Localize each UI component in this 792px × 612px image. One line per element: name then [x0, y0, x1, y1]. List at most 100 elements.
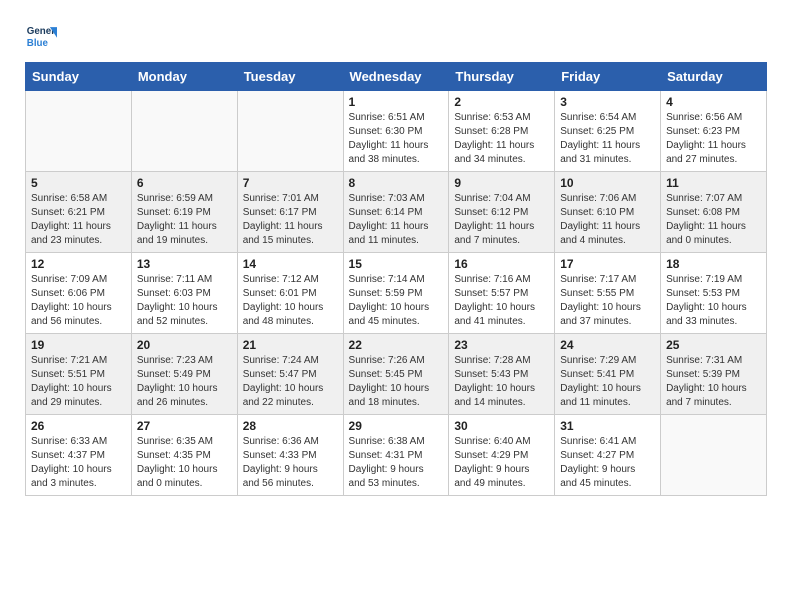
day-number: 14	[243, 257, 338, 271]
day-info: Sunrise: 7:21 AM Sunset: 5:51 PM Dayligh…	[31, 354, 126, 410]
day-info: Sunrise: 7:28 AM Sunset: 5:43 PM Dayligh…	[454, 354, 549, 410]
calendar-cell: 27 Sunrise: 6:35 AM Sunset: 4:35 PM Dayli…	[131, 415, 237, 496]
day-info: Sunrise: 7:07 AM Sunset: 6:08 PM Dayligh…	[666, 192, 761, 248]
calendar-week-row: 5Sunrise: 6:58 AM Sunset: 6:21 PM Daylig…	[26, 172, 767, 253]
calendar-week-row: 12 Sunrise: 7:09 AM Sunset: 6:06 PM Dayli…	[26, 253, 767, 334]
page-header: General Blue	[25, 20, 767, 52]
calendar-cell: 9 Sunrise: 7:04 AM Sunset: 6:12 PM Daylig…	[449, 172, 555, 253]
day-number: 17	[560, 257, 655, 271]
calendar-cell: 26 Sunrise: 6:33 AM Sunset: 4:37 PM Dayli…	[26, 415, 132, 496]
calendar-cell: 6 Sunrise: 6:59 AM Sunset: 6:19 PM Daylig…	[131, 172, 237, 253]
day-info: Sunrise: 6:35 AM Sunset: 4:35 PM Dayligh…	[137, 435, 232, 491]
day-info: Sunrise: 7:17 AM Sunset: 5:55 PM Dayligh…	[560, 273, 655, 329]
calendar-cell: 11 Sunrise: 7:07 AM Sunset: 6:08 PM Dayli…	[661, 172, 767, 253]
day-info: Sunrise: 7:24 AM Sunset: 5:47 PM Dayligh…	[243, 354, 338, 410]
calendar-cell: 7 Sunrise: 7:01 AM Sunset: 6:17 PM Daylig…	[237, 172, 343, 253]
day-info: Sunrise: 6:53 AM Sunset: 6:28 PM Dayligh…	[454, 111, 549, 167]
day-number: 11	[666, 176, 761, 190]
day-number: 30	[454, 419, 549, 433]
calendar-cell: 4 Sunrise: 6:56 AM Sunset: 6:23 PM Daylig…	[661, 91, 767, 172]
day-info: Sunrise: 7:26 AM Sunset: 5:45 PM Dayligh…	[349, 354, 444, 410]
day-number: 13	[137, 257, 232, 271]
logo: General Blue	[25, 20, 61, 52]
calendar-cell: 19 Sunrise: 7:21 AM Sunset: 5:51 PM Dayli…	[26, 334, 132, 415]
day-info: Sunrise: 7:12 AM Sunset: 6:01 PM Dayligh…	[243, 273, 338, 329]
day-number: 2	[454, 95, 549, 109]
day-info: Sunrise: 7:09 AM Sunset: 6:06 PM Dayligh…	[31, 273, 126, 329]
calendar-cell: 22Sunrise: 7:26 AM Sunset: 5:45 PM Dayli…	[343, 334, 449, 415]
calendar-cell: 16Sunrise: 7:16 AM Sunset: 5:57 PM Dayli…	[449, 253, 555, 334]
weekday-header-wednesday: Wednesday	[343, 63, 449, 91]
weekday-header-friday: Friday	[555, 63, 661, 91]
calendar-cell: 12 Sunrise: 7:09 AM Sunset: 6:06 PM Dayli…	[26, 253, 132, 334]
day-info: Sunrise: 7:29 AM Sunset: 5:41 PM Dayligh…	[560, 354, 655, 410]
day-info: Sunrise: 7:11 AM Sunset: 6:03 PM Dayligh…	[137, 273, 232, 329]
calendar-cell: 25 Sunrise: 7:31 AM Sunset: 5:39 PM Dayli…	[661, 334, 767, 415]
weekday-header-row: SundayMondayTuesdayWednesdayThursdayFrid…	[26, 63, 767, 91]
day-number: 4	[666, 95, 761, 109]
calendar-cell: 21 Sunrise: 7:24 AM Sunset: 5:47 PM Dayli…	[237, 334, 343, 415]
day-info: Sunrise: 6:54 AM Sunset: 6:25 PM Dayligh…	[560, 111, 655, 167]
day-number: 7	[243, 176, 338, 190]
day-number: 20	[137, 338, 232, 352]
calendar-cell: 5Sunrise: 6:58 AM Sunset: 6:21 PM Daylig…	[26, 172, 132, 253]
calendar-cell: 15Sunrise: 7:14 AM Sunset: 5:59 PM Dayli…	[343, 253, 449, 334]
day-info: Sunrise: 6:56 AM Sunset: 6:23 PM Dayligh…	[666, 111, 761, 167]
day-number: 6	[137, 176, 232, 190]
day-number: 3	[560, 95, 655, 109]
day-number: 12	[31, 257, 126, 271]
day-info: Sunrise: 7:31 AM Sunset: 5:39 PM Dayligh…	[666, 354, 761, 410]
day-info: Sunrise: 7:01 AM Sunset: 6:17 PM Dayligh…	[243, 192, 338, 248]
day-info: Sunrise: 7:14 AM Sunset: 5:59 PM Dayligh…	[349, 273, 444, 329]
day-number: 21	[243, 338, 338, 352]
day-info: Sunrise: 7:23 AM Sunset: 5:49 PM Dayligh…	[137, 354, 232, 410]
logo-icon: General Blue	[25, 20, 57, 52]
weekday-header-monday: Monday	[131, 63, 237, 91]
calendar-cell: 20 Sunrise: 7:23 AM Sunset: 5:49 PM Dayli…	[131, 334, 237, 415]
calendar-cell: 2 Sunrise: 6:53 AM Sunset: 6:28 PM Daylig…	[449, 91, 555, 172]
calendar-week-row: 19 Sunrise: 7:21 AM Sunset: 5:51 PM Dayli…	[26, 334, 767, 415]
day-info: Sunrise: 6:36 AM Sunset: 4:33 PM Dayligh…	[243, 435, 338, 491]
day-number: 23	[454, 338, 549, 352]
calendar-cell	[26, 91, 132, 172]
day-info: Sunrise: 7:03 AM Sunset: 6:14 PM Dayligh…	[349, 192, 444, 248]
day-number: 1	[349, 95, 444, 109]
calendar-cell: 24 Sunrise: 7:29 AM Sunset: 5:41 PM Dayli…	[555, 334, 661, 415]
day-info: Sunrise: 6:51 AM Sunset: 6:30 PM Dayligh…	[349, 111, 444, 167]
calendar-cell: 29Sunrise: 6:38 AM Sunset: 4:31 PM Dayli…	[343, 415, 449, 496]
calendar-cell	[131, 91, 237, 172]
weekday-header-tuesday: Tuesday	[237, 63, 343, 91]
calendar-cell: 10 Sunrise: 7:06 AM Sunset: 6:10 PM Dayli…	[555, 172, 661, 253]
calendar-cell: 17 Sunrise: 7:17 AM Sunset: 5:55 PM Dayli…	[555, 253, 661, 334]
day-number: 16	[454, 257, 549, 271]
calendar-cell: 18Sunrise: 7:19 AM Sunset: 5:53 PM Dayli…	[661, 253, 767, 334]
day-number: 5	[31, 176, 126, 190]
day-info: Sunrise: 6:40 AM Sunset: 4:29 PM Dayligh…	[454, 435, 549, 491]
calendar-cell: 23 Sunrise: 7:28 AM Sunset: 5:43 PM Dayli…	[449, 334, 555, 415]
day-info: Sunrise: 6:59 AM Sunset: 6:19 PM Dayligh…	[137, 192, 232, 248]
day-number: 27	[137, 419, 232, 433]
day-info: Sunrise: 6:41 AM Sunset: 4:27 PM Dayligh…	[560, 435, 655, 491]
weekday-header-thursday: Thursday	[449, 63, 555, 91]
calendar-cell: 28Sunrise: 6:36 AM Sunset: 4:33 PM Dayli…	[237, 415, 343, 496]
calendar-cell: 14 Sunrise: 7:12 AM Sunset: 6:01 PM Dayli…	[237, 253, 343, 334]
calendar-cell: 1 Sunrise: 6:51 AM Sunset: 6:30 PM Daylig…	[343, 91, 449, 172]
calendar-cell: 3 Sunrise: 6:54 AM Sunset: 6:25 PM Daylig…	[555, 91, 661, 172]
weekday-header-sunday: Sunday	[26, 63, 132, 91]
day-number: 10	[560, 176, 655, 190]
calendar-cell: 30 Sunrise: 6:40 AM Sunset: 4:29 PM Dayli…	[449, 415, 555, 496]
calendar-cell	[237, 91, 343, 172]
calendar-cell: 31Sunrise: 6:41 AM Sunset: 4:27 PM Dayli…	[555, 415, 661, 496]
day-number: 18	[666, 257, 761, 271]
day-info: Sunrise: 7:06 AM Sunset: 6:10 PM Dayligh…	[560, 192, 655, 248]
day-number: 25	[666, 338, 761, 352]
day-number: 24	[560, 338, 655, 352]
day-number: 9	[454, 176, 549, 190]
calendar-cell: 13 Sunrise: 7:11 AM Sunset: 6:03 PM Dayli…	[131, 253, 237, 334]
day-info: Sunrise: 6:33 AM Sunset: 4:37 PM Dayligh…	[31, 435, 126, 491]
calendar-table: SundayMondayTuesdayWednesdayThursdayFrid…	[25, 62, 767, 496]
day-number: 26	[31, 419, 126, 433]
day-number: 19	[31, 338, 126, 352]
weekday-header-saturday: Saturday	[661, 63, 767, 91]
day-info: Sunrise: 7:04 AM Sunset: 6:12 PM Dayligh…	[454, 192, 549, 248]
